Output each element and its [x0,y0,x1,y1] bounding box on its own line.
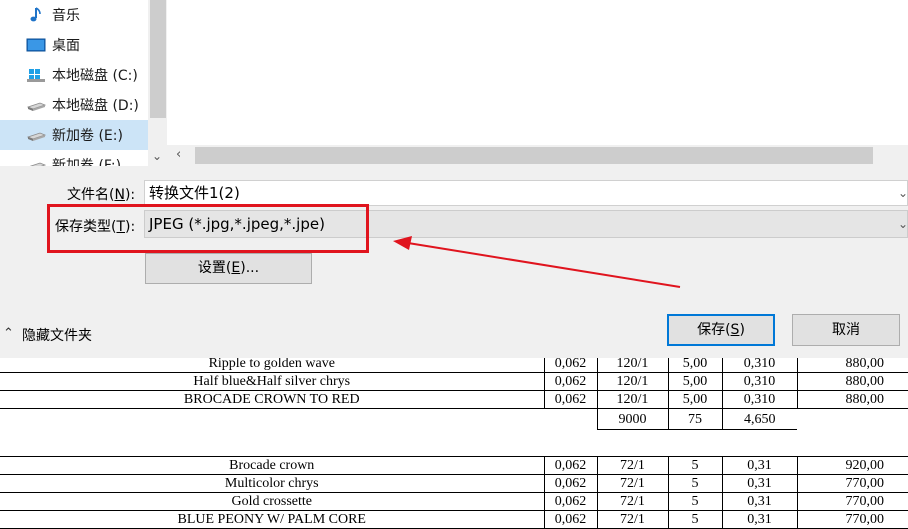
annotation-arrow [393,236,681,288]
